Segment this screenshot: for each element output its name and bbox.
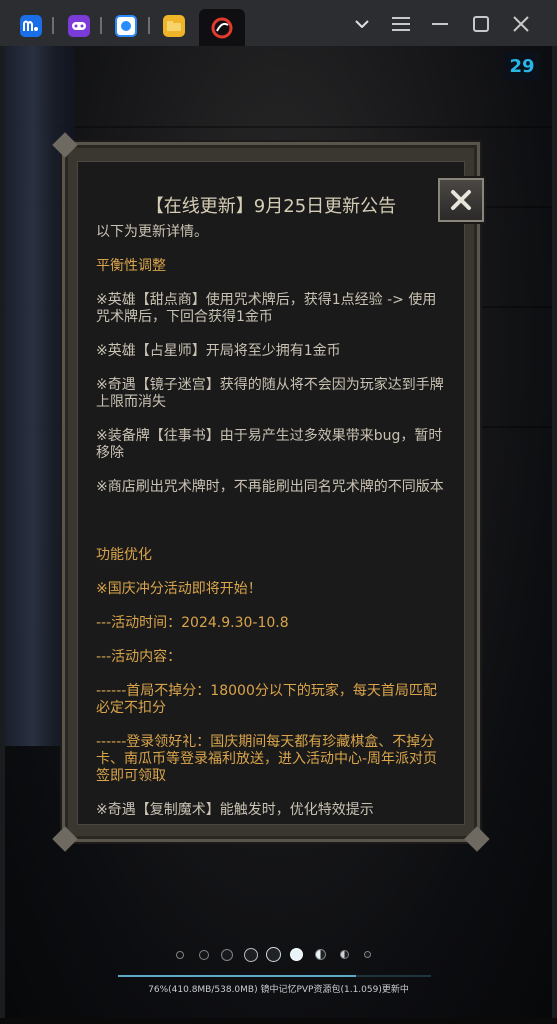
intro-text: 以下为更新详情。 bbox=[96, 224, 208, 240]
window-border-right bbox=[552, 46, 557, 1024]
announcement-scroll-area[interactable]: 【在线更新】9月25日更新公告 以下为更新详情。 平衡性调整 ※英雄【甜点商】使… bbox=[77, 161, 465, 825]
tab-folder[interactable] bbox=[157, 9, 191, 43]
countdown-timer: 29 bbox=[504, 52, 540, 80]
loading-dot bbox=[290, 948, 303, 961]
loading-dot bbox=[266, 947, 281, 962]
minimize-icon[interactable] bbox=[428, 12, 452, 36]
tab-app-m[interactable] bbox=[14, 9, 48, 43]
chevron-down-icon[interactable] bbox=[350, 12, 374, 36]
download-progress-fill bbox=[118, 975, 356, 977]
feature-heading: 功能优化 bbox=[96, 547, 152, 563]
gamepad-icon bbox=[68, 15, 90, 37]
update-item: ※奇遇【镜子迷宫】获得的随从将不会因为玩家达到手牌上限而消失 bbox=[96, 377, 444, 410]
update-item: ※装备牌【往事书】由于易产生过多效果带来bug，暂时移除 bbox=[96, 428, 443, 461]
dialog-close-button[interactable] bbox=[438, 178, 484, 222]
close-icon bbox=[451, 190, 471, 210]
maximize-icon[interactable] bbox=[469, 12, 493, 36]
window-border-bottom bbox=[0, 1018, 557, 1024]
event-title: ※国庆冲分活动即将开始！ bbox=[96, 581, 262, 597]
tab-separator bbox=[52, 17, 54, 34]
game-logo-icon bbox=[211, 17, 233, 39]
balance-heading: 平衡性调整 bbox=[96, 258, 166, 274]
loading-dot bbox=[244, 948, 258, 962]
event-item: ------登录领好礼：国庆期间每天都有珍藏棋盒、不掉分卡、南瓜币等登录福利放送… bbox=[96, 734, 438, 784]
update-item: ※英雄【甜点商】使用咒术牌后，获得1点经验 -> 使用咒术牌后，下回合获得1金币 bbox=[96, 292, 437, 325]
update-item: ※英雄【占星师】开局将至少拥有1金币 bbox=[96, 343, 341, 359]
box-icon bbox=[115, 15, 137, 37]
update-item: ※商店刷出咒术牌时，不再能刷出同名咒术牌的不同版本 bbox=[96, 479, 444, 495]
announcement-title: 【在线更新】9月25日更新公告 bbox=[145, 196, 397, 217]
tab-separator bbox=[100, 17, 102, 34]
loading-dot bbox=[364, 951, 371, 958]
close-window-icon[interactable] bbox=[509, 12, 533, 36]
announcement-dialog: 【在线更新】9月25日更新公告 以下为更新详情。 平衡性调整 ※英雄【甜点商】使… bbox=[52, 132, 490, 852]
event-time: ---活动时间：2024.9.30-10.8 bbox=[96, 615, 289, 631]
cut-off-line: ※奇遇【复制魔术】能触发时，优化特效提示 bbox=[96, 802, 374, 818]
loading-dot bbox=[199, 950, 209, 960]
menu-icon[interactable] bbox=[389, 12, 413, 36]
app-m-icon bbox=[20, 15, 42, 37]
loading-dot bbox=[315, 949, 326, 960]
download-progress-bar bbox=[118, 975, 431, 977]
tab-separator bbox=[148, 17, 150, 34]
event-content-label: ---活动内容： bbox=[96, 649, 182, 665]
loading-dot bbox=[176, 951, 184, 959]
event-item: ------首局不掉分：18000分以下的玩家，每天首局匹配必定不扣分 bbox=[96, 683, 437, 716]
folder-icon bbox=[163, 15, 185, 37]
loading-dots bbox=[170, 946, 390, 964]
announcement-body: 以下为更新详情。 平衡性调整 ※英雄【甜点商】使用咒术牌后，获得1点经验 -> … bbox=[96, 224, 448, 824]
title-bar bbox=[0, 0, 557, 46]
tab-game[interactable] bbox=[199, 9, 245, 46]
loading-dot bbox=[221, 949, 233, 961]
tab-box[interactable] bbox=[109, 9, 143, 43]
download-status-text: 76%(410.8MB/538.0MB) 镜中记忆PVP资源包(1.1.059)… bbox=[148, 985, 409, 995]
loading-dot bbox=[340, 950, 349, 959]
tab-gamepad[interactable] bbox=[62, 9, 96, 43]
